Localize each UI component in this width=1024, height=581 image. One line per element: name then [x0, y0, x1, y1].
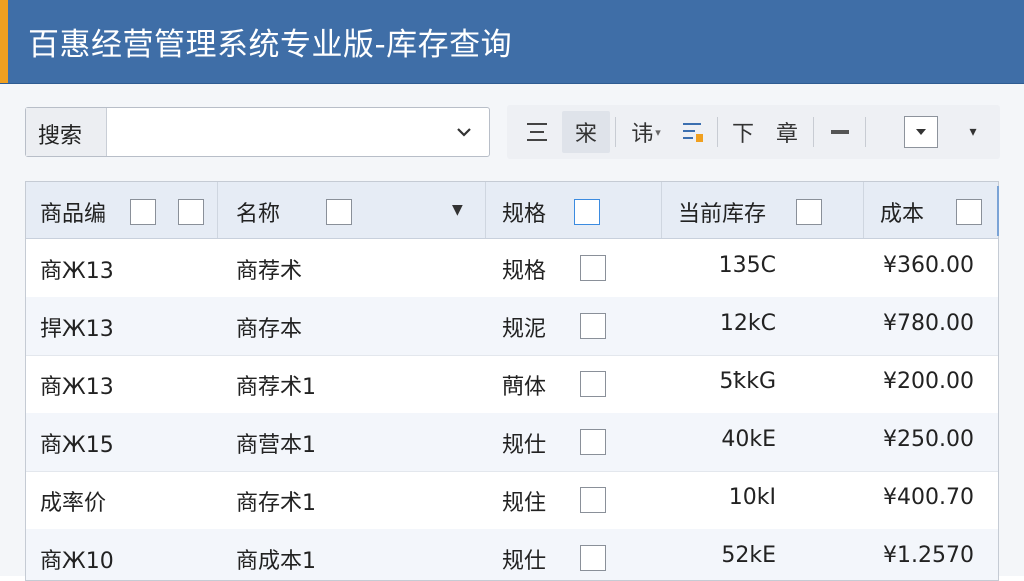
toolbar-separator: [865, 117, 866, 147]
row-checkbox[interactable]: [580, 255, 606, 281]
cell-cost: ¥360.00: [883, 253, 974, 278]
column-filter-checkbox[interactable]: [326, 199, 352, 225]
cell-code: 捍Ж13: [40, 317, 114, 342]
search-label-cell: 搜索: [26, 108, 107, 156]
cell-stock: 135C: [718, 253, 776, 278]
table-row[interactable]: 商Ж13 商荐术 规格 135C ¥360.00: [26, 239, 998, 298]
cell-spec: 规格: [502, 259, 547, 284]
cell-code: 商Ж10: [40, 549, 114, 574]
toolbar-menu-arrow[interactable]: ▾: [954, 111, 992, 153]
minus-icon[interactable]: [823, 111, 857, 153]
column-filter-checkbox[interactable]: [130, 199, 156, 225]
chapter-glyph: 章: [775, 122, 798, 147]
format-dropdown-icon: ▾: [655, 125, 661, 139]
layout-glyph: 宩: [574, 122, 597, 147]
title-bar: 百惠经营管理系统专业版-库存查询: [0, 0, 1024, 84]
cell-cost: ¥1.2570: [883, 543, 974, 568]
cell-cost: ¥250.00: [883, 427, 974, 452]
menu-arrow-glyph: ▾: [969, 124, 977, 140]
cell-cost: ¥780.00: [883, 311, 974, 336]
sort-icon[interactable]: [675, 111, 709, 153]
table-row[interactable]: 成率价 商存术1 规住 10kI ¥400.70: [26, 471, 998, 530]
column-filter-checkbox[interactable]: [178, 199, 204, 225]
chevron-down-icon[interactable]: [439, 108, 489, 156]
column-header-cost[interactable]: 成本: [864, 182, 998, 238]
column-filter-checkbox[interactable]: [574, 199, 600, 225]
column-label: 商品编: [40, 202, 107, 227]
title-accent: [0, 0, 8, 83]
inventory-grid: 商品编 名称 ▼ 规格 当前库存 成本 商Ж13 商荐术 规格 135C ¥360.00…: [25, 181, 999, 581]
cell-code: 商Ж13: [40, 375, 114, 400]
toolbar-separator: [813, 117, 814, 147]
cell-code: 成率价: [40, 491, 107, 516]
cell-name: 商营本1: [236, 433, 316, 458]
cell-stock: 52kE: [721, 543, 776, 568]
toolbar: 宩 讳 ▾ 下 章 ▾: [507, 105, 1000, 159]
row-checkbox[interactable]: [580, 371, 606, 397]
cell-spec: 规仕: [502, 549, 547, 574]
row-checkbox[interactable]: [580, 487, 606, 513]
column-header-stock[interactable]: 当前库存: [662, 182, 864, 238]
column-filter-checkbox[interactable]: [956, 199, 982, 225]
row-checkbox[interactable]: [580, 313, 606, 339]
sort-down-icon[interactable]: ▼: [452, 202, 463, 218]
cell-name: 商存本: [236, 317, 303, 342]
column-label: 当前库存: [678, 202, 767, 227]
cell-name: 商存术1: [236, 491, 316, 516]
down-glyph: 下: [731, 122, 754, 147]
cell-stock: 5ꝁkG: [719, 369, 776, 394]
toolbar-separator: [717, 117, 718, 147]
column-header-code[interactable]: 商品编: [26, 182, 218, 238]
cell-spec: 规仕: [502, 433, 547, 458]
cell-stock: 10kI: [728, 485, 776, 510]
table-row[interactable]: 捍Ж13 商存本 规泥 12kC ¥780.00: [26, 297, 998, 356]
cell-name: 商成本1: [236, 549, 316, 574]
layout-icon[interactable]: 宩: [562, 111, 610, 153]
cell-stock: 40kE: [721, 427, 776, 452]
cell-code: 商Ж13: [40, 259, 114, 284]
column-label: 规格: [502, 202, 547, 227]
cell-stock: 12kC: [719, 311, 776, 336]
cell-name: 商荐术: [236, 259, 303, 284]
row-checkbox[interactable]: [580, 545, 606, 571]
grid-header: 商品编 名称 ▼ 规格 当前库存 成本: [26, 182, 998, 239]
row-checkbox[interactable]: [580, 429, 606, 455]
dropdown-box[interactable]: [904, 116, 938, 148]
chapter-icon[interactable]: 章: [769, 111, 805, 153]
cell-cost: ¥400.70: [883, 485, 974, 510]
table-row[interactable]: 商Ж13 商荐术1 蔄体 5ꝁkG ¥200.00: [26, 355, 998, 414]
search-label: 搜索: [38, 124, 83, 149]
column-header-spec[interactable]: 规格: [486, 182, 662, 238]
scrollbar-marker[interactable]: [997, 186, 999, 236]
toolbar-separator: [615, 117, 616, 147]
align-icon[interactable]: [517, 111, 557, 153]
search-box[interactable]: 搜索: [25, 107, 490, 157]
cell-name: 商荐术1: [236, 375, 316, 400]
cell-spec: 规泥: [502, 317, 547, 342]
column-label: 成本: [880, 202, 925, 227]
cell-code: 商Ж15: [40, 433, 114, 458]
format-icon[interactable]: 讳 ▾: [623, 111, 669, 153]
table-row[interactable]: 商Ж15 商营本1 规仕 40kE ¥250.00: [26, 413, 998, 472]
cell-spec: 蔄体: [502, 375, 547, 400]
down-icon[interactable]: 下: [725, 111, 761, 153]
search-input[interactable]: [110, 112, 444, 154]
table-row[interactable]: 商Ж10 商成本1 规仕 52kE ¥1.2570: [26, 529, 998, 580]
column-label: 名称: [236, 202, 281, 227]
window-title: 百惠经营管理系统专业版-库存查询: [28, 27, 513, 63]
cell-spec: 规住: [502, 491, 547, 516]
cell-cost: ¥200.00: [883, 369, 974, 394]
column-header-name[interactable]: 名称 ▼: [218, 182, 486, 238]
column-filter-checkbox[interactable]: [796, 199, 822, 225]
format-glyph: 讳: [631, 122, 654, 147]
